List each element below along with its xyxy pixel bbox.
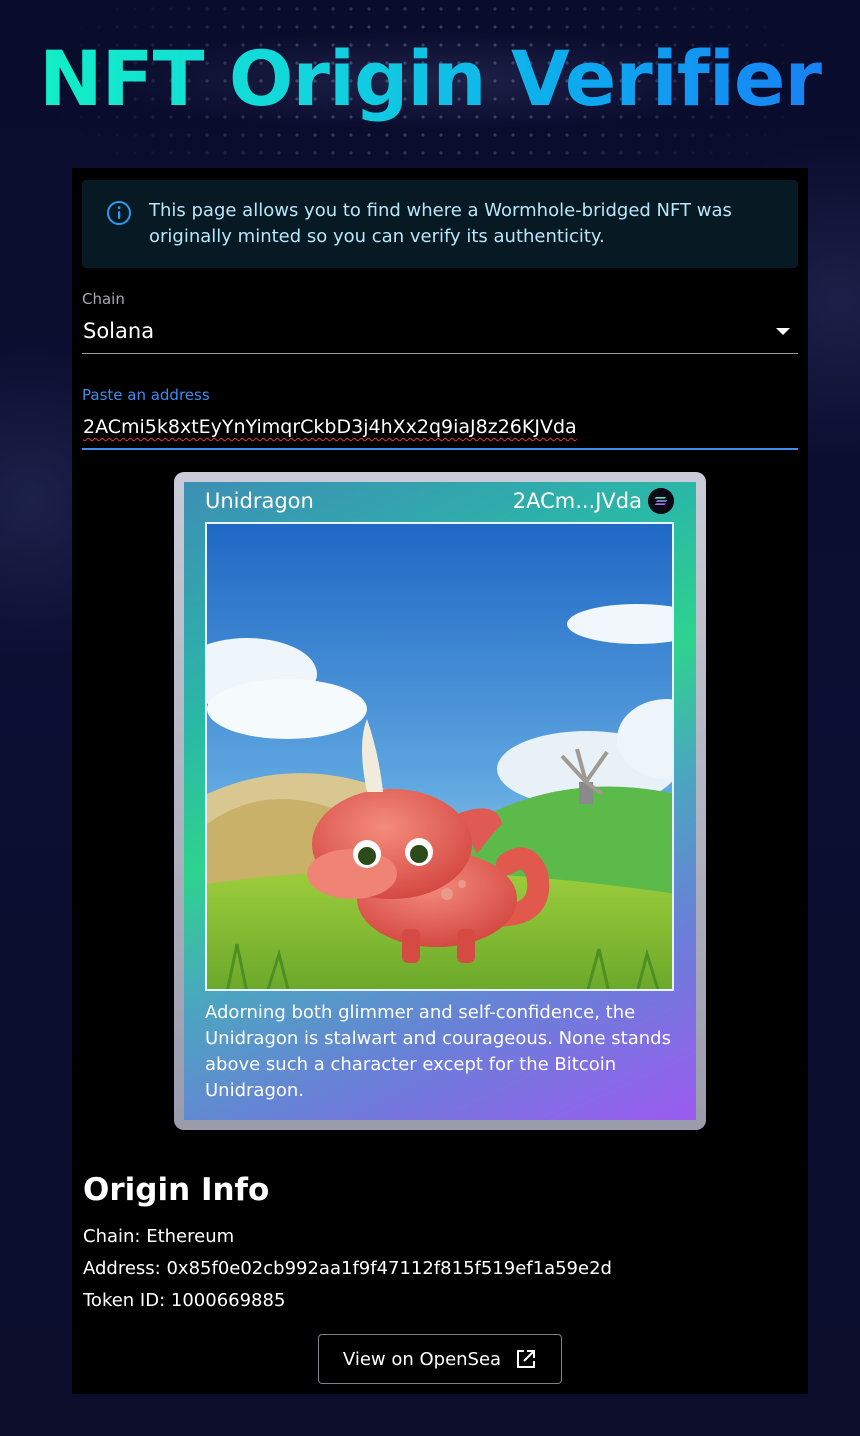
nft-name: Unidragon [205,489,314,513]
chain-label: Chain [82,290,125,308]
address-label: Paste an address [82,386,210,404]
nft-short-address: 2ACm...JVda [512,489,642,513]
nft-card: Unidragon 2ACm...JVda Adorning both glim… [184,482,696,1120]
info-banner: This page allows you to find where a Wor… [82,180,798,268]
origin-chain: Chain: Ethereum [83,1226,235,1247]
chain-select-value: Solana [83,319,155,343]
unidragon-illustration [207,524,672,989]
external-link-icon [517,1350,536,1368]
info-text: This page allows you to find where a Wor… [149,200,732,247]
main-panel: This page allows you to find where a Wor… [72,168,808,1394]
opensea-button-label: View on OpenSea [342,1348,502,1370]
page-title: NFT Origin Verifier [0,34,860,124]
origin-info-title: Origin Info [83,1172,270,1208]
caret-down-icon [776,328,790,335]
nft-description: Adorning both glimmer and self-confidenc… [205,1002,671,1101]
address-input[interactable]: 2ACmi5k8xtEyYnYimqrCkbD3j4hXx2q9iaJ8z26K… [82,412,798,450]
nft-image [205,522,674,991]
nft-card-frame: Unidragon 2ACm...JVda Adorning both glim… [174,472,706,1130]
solana-icon [648,488,674,514]
info-icon [107,201,131,225]
origin-token-id: Token ID: 1000669885 [83,1290,286,1311]
origin-address: Address: 0x85f0e02cb992aa1f9f47112f815f5… [83,1258,612,1279]
chain-select[interactable]: Solana [82,316,798,354]
view-on-opensea-button[interactable]: View on OpenSea [318,1334,562,1384]
